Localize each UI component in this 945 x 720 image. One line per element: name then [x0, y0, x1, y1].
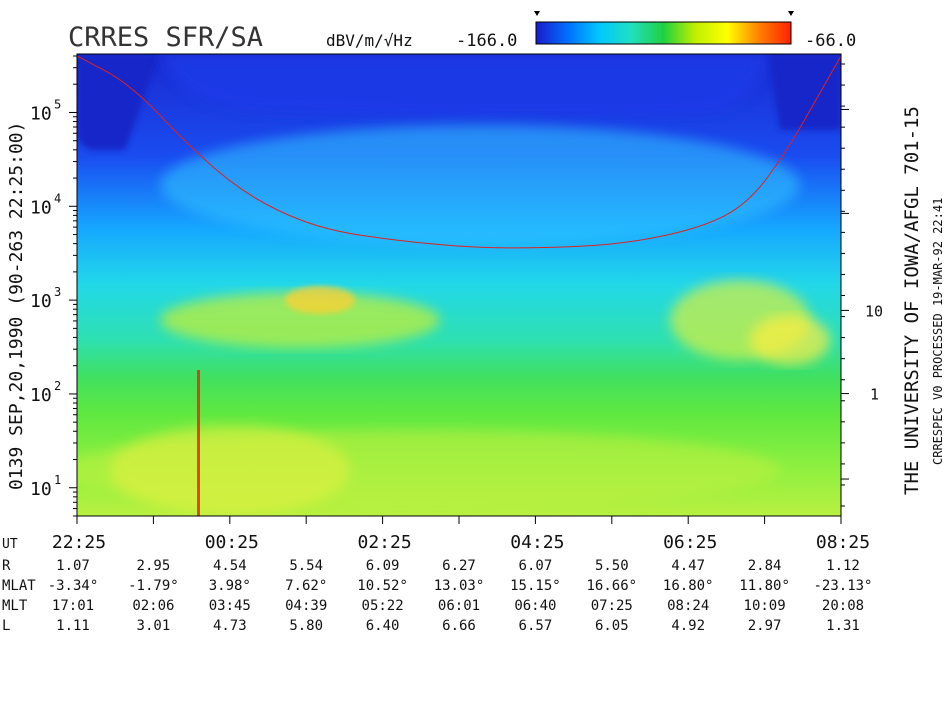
x-axis: 22:25 00:25 02:25 04:25 06:25 08:25: [52, 516, 870, 553]
ephemeris-cell: 08:24: [667, 598, 709, 614]
colorbar: [535, 21, 792, 45]
ephemeris-row-label: UT: [2, 537, 18, 552]
y-axis-left: 10 110 210 310 410 5: [30, 55, 77, 517]
emission-hotspot-left: [285, 286, 355, 314]
y-tick-exponent: 5: [54, 97, 61, 111]
left-side-label: 0139 SEP,20,1990 (90-263 22:25:00): [6, 122, 27, 490]
ephemeris-row-label: MLT: [2, 598, 28, 614]
ephemeris-cell: 16.66°: [587, 578, 638, 594]
ephemeris-cell: 10:09: [744, 598, 786, 614]
ephemeris-cell: 6.09: [366, 558, 400, 574]
ephemeris-cell: 4.92: [671, 618, 705, 634]
ephemeris-cell: 06:01: [438, 598, 480, 614]
ephemeris-cell: -3.34°: [48, 578, 99, 594]
right-tick-label: 1: [870, 386, 879, 404]
ephemeris-cell: 13.03°: [434, 578, 485, 594]
ephemeris-cell: 02:06: [132, 598, 174, 614]
y-tick-exponent: 2: [54, 379, 61, 393]
ephemeris-cell: 7.62°: [285, 578, 327, 594]
ephemeris-cell: 6.07: [519, 558, 553, 574]
y-tick-exponent: 1: [54, 473, 61, 487]
ephemeris-cell: -1.79°: [128, 578, 179, 594]
spectrogram-dark-top: [160, 54, 770, 117]
spectrogram-figure: CRRES SFR/SA dBV/m/√Hz -166.0 -66.0 10 11…: [2, 11, 945, 634]
ephemeris-cell: 4.54: [213, 558, 247, 574]
emission-lower-left: [110, 425, 350, 515]
ephemeris-cell: -23.13°: [813, 578, 872, 594]
ephemeris-cell: 03:45: [209, 598, 251, 614]
ephemeris-cell: 4.47: [671, 558, 705, 574]
ephemeris-cell: 07:25: [591, 598, 633, 614]
ephemeris-cell: 4.73: [213, 618, 247, 634]
spectrogram-plot: [77, 54, 841, 516]
y-tick-exponent: 4: [54, 191, 61, 205]
y-tick-label: 10: [30, 291, 52, 312]
ephemeris-cell: 2.95: [137, 558, 171, 574]
y-tick-label: 10: [30, 103, 52, 124]
ephemeris-row-label: L: [2, 618, 10, 634]
ephemeris-table: UT R MLAT MLT L 1.07 2.95 4.54 5.54 6.09 6.27 6.07 5…: [2, 537, 873, 634]
ephemeris-cell: 20:08: [822, 598, 864, 614]
ephemeris-cell: 06:40: [514, 598, 556, 614]
units-label: dBV/m/√Hz: [326, 31, 413, 50]
x-tick-label: 08:25: [816, 532, 870, 553]
x-tick-label: 04:25: [510, 532, 564, 553]
ephemeris-cell: 1.11: [56, 618, 90, 634]
ephemeris-cell: 17:01: [52, 598, 94, 614]
y-tick-label: 10: [30, 197, 52, 218]
colorbar-min-label: -166.0: [456, 31, 517, 51]
ephemeris-cell: 15.15°: [510, 578, 561, 594]
ephemeris-row-label: MLAT: [2, 578, 36, 594]
ephemeris-cell: 6.66: [442, 618, 476, 634]
ephemeris-cell: 10.52°: [357, 578, 408, 594]
ephemeris-cell: 2.84: [748, 558, 782, 574]
right-side-small-label: CRRESPEC V0 PROCESSED 19-MAR-92 22:41: [931, 198, 945, 465]
ephemeris-cell: 1.12: [826, 558, 860, 574]
ephemeris-cell: 1.31: [826, 618, 860, 634]
spectrogram-cyan-arc: [160, 125, 800, 245]
ephemeris-cell: 6.57: [519, 618, 553, 634]
emission-hotspot-right: [750, 315, 830, 365]
y-tick-label: 10: [30, 385, 52, 406]
ephemeris-cell: 6.27: [442, 558, 476, 574]
chart-title: CRRES SFR/SA: [68, 22, 263, 53]
ephemeris-cell: 11.80°: [739, 578, 790, 594]
x-tick-label: 00:25: [205, 532, 259, 553]
y-tick-exponent: 3: [54, 285, 61, 299]
ephemeris-cell: 6.05: [595, 618, 629, 634]
ephemeris-row-label: R: [2, 558, 11, 574]
ephemeris-cell: 6.40: [366, 618, 400, 634]
right-tick-label: 10: [865, 302, 883, 320]
colorbar-max-marker: [788, 11, 794, 16]
ephemeris-cell: 04:39: [285, 598, 327, 614]
ephemeris-cell: 05:22: [362, 598, 404, 614]
ephemeris-cell: 2.97: [748, 618, 782, 634]
emission-red-spike: [197, 370, 200, 516]
y-tick-label: 10: [30, 479, 52, 500]
y-axis-right: 10 1: [841, 63, 883, 507]
colorbar-min-marker: [534, 11, 540, 16]
ephemeris-cell: 16.80°: [663, 578, 714, 594]
ephemeris-cell: 5.80: [289, 618, 323, 634]
x-tick-label: 06:25: [663, 532, 717, 553]
x-tick-label: 22:25: [52, 532, 106, 553]
x-tick-label: 02:25: [358, 532, 412, 553]
ephemeris-cell: 1.07: [56, 558, 90, 574]
ephemeris-cell: 3.98°: [209, 578, 251, 594]
ephemeris-cell: 3.01: [137, 618, 171, 634]
right-side-label: THE UNIVERSITY OF IOWA/AFGL 701-15: [901, 106, 923, 495]
ephemeris-cell: 5.54: [289, 558, 323, 574]
colorbar-max-label: -66.0: [805, 31, 856, 51]
ephemeris-cell: 5.50: [595, 558, 629, 574]
